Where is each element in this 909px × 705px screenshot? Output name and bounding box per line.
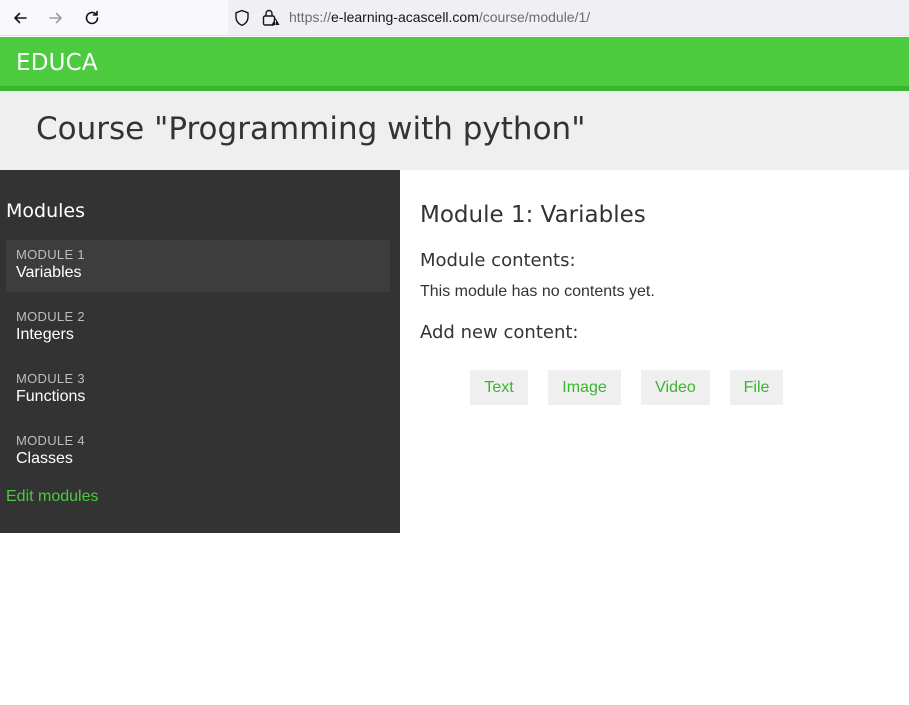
module-name: Functions [16, 388, 86, 405]
reload-icon [85, 10, 99, 25]
edit-modules-link[interactable]: Edit modules [6, 488, 99, 506]
module-content-panel: Module 1: Variables Module contents: Thi… [400, 170, 909, 533]
site-logo[interactable]: EDUCA [16, 50, 98, 76]
add-content-heading: Add new content: [420, 322, 579, 343]
empty-contents-message: This module has no contents yet. [420, 283, 655, 300]
url-host: e-learning-acascell.com [331, 9, 479, 25]
add-text-button[interactable]: Text [470, 370, 528, 405]
forward-button[interactable] [44, 6, 68, 30]
address-bar[interactable]: https://e-learning-acascell.com/course/m… [228, 0, 909, 35]
back-button[interactable] [8, 6, 32, 30]
shield-icon[interactable] [234, 9, 250, 32]
add-file-button[interactable]: File [730, 370, 783, 405]
course-title: Course "Programming with python" [36, 111, 586, 147]
module-name: Variables [16, 264, 82, 281]
sidebar-heading: Modules [6, 200, 85, 222]
add-image-button[interactable]: Image [548, 370, 621, 405]
modules-sidebar: Modules MODULE 1 Variables MODULE 2 Inte… [0, 170, 400, 533]
sidebar-item-module-1[interactable]: MODULE 1 Variables [6, 240, 390, 292]
reload-button[interactable] [80, 6, 104, 30]
url-text: https://e-learning-acascell.com/course/m… [289, 9, 590, 25]
course-title-band: Course "Programming with python" [0, 91, 909, 170]
sidebar-item-module-2[interactable]: MODULE 2 Integers [6, 302, 390, 354]
module-name: Integers [16, 326, 74, 343]
url-scheme: https:// [289, 9, 332, 25]
lock-warning-icon[interactable] [261, 8, 281, 33]
sidebar-item-module-4[interactable]: MODULE 4 Classes [6, 426, 390, 478]
browser-toolbar: https://e-learning-acascell.com/course/m… [0, 0, 909, 36]
module-number: MODULE 4 [16, 433, 85, 448]
site-header: EDUCA [0, 37, 909, 91]
module-number: MODULE 2 [16, 309, 85, 324]
arrow-right-icon [49, 12, 62, 24]
module-number: MODULE 1 [16, 247, 85, 262]
url-path: /course/module/1/ [478, 9, 591, 25]
module-contents-heading: Module contents: [420, 250, 576, 271]
add-video-button[interactable]: Video [641, 370, 710, 405]
arrow-left-icon [14, 12, 27, 24]
module-number: MODULE 3 [16, 371, 85, 386]
module-name: Classes [16, 450, 73, 467]
sidebar-item-module-3[interactable]: MODULE 3 Functions [6, 364, 390, 416]
module-title: Module 1: Variables [420, 202, 646, 228]
